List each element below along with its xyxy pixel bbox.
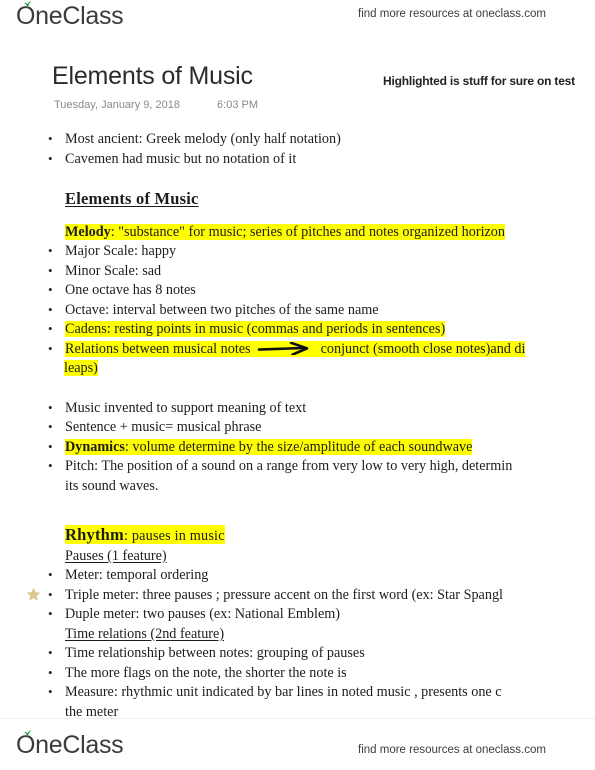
rhythm-text: : pauses in music	[123, 528, 225, 544]
oneclass-logo-text: OneClass	[16, 2, 124, 30]
rhythm-label: Rhythm	[65, 525, 124, 544]
list-item: One octave has 8 notes	[0, 280, 595, 301]
footer-divider	[0, 718, 595, 719]
star-icon	[26, 587, 41, 601]
document-time: 6:03 PM	[217, 99, 258, 111]
footer-tagline: find more resources at oneclass.com	[358, 744, 546, 756]
highlight-legend-note: Highlighted is stuff for sure on test	[383, 74, 575, 88]
list-item-dynamics: Dynamics: volume determine by the size/a…	[0, 437, 595, 458]
relations-text-after: conjunct (smooth close notes)and di	[320, 340, 526, 357]
list-item: Octave: interval between two pitches of …	[0, 300, 595, 321]
list-item: Minor Scale: sad	[0, 261, 595, 282]
oneclass-logo-text: OneClass	[16, 731, 124, 759]
list-item-measure: Measure: rhythmic unit indicated by bar …	[0, 682, 595, 703]
list-item: Sentence + music= musical phrase	[0, 417, 595, 438]
rhythm-definition: Rhythm: pauses in music	[0, 525, 595, 547]
document-timestamp: Tuesday, January 9, 2018 6:03 PM	[54, 99, 258, 111]
list-item: Meter: temporal ordering	[0, 565, 595, 586]
list-item: Music invented to support meaning of tex…	[0, 398, 595, 419]
melody-definition: Melody: "substance" for music; series of…	[0, 223, 595, 243]
leaf-icon	[23, 730, 32, 737]
right-arrow-icon	[257, 341, 308, 355]
section-heading: Elements of Music	[65, 189, 199, 208]
document-page: OneClass find more resources at oneclass…	[0, 0, 595, 770]
list-item: Time relationship between notes: groupin…	[0, 643, 595, 664]
leaf-icon	[23, 1, 32, 8]
list-item: The more flags on the note, the shorter …	[0, 663, 595, 684]
time-relations-subheading: Time relations (2nd feature)	[65, 625, 225, 642]
list-item: Duple meter: two pauses (ex: National Em…	[0, 604, 595, 625]
page-title: Elements of Music	[52, 62, 253, 90]
list-item: Most ancient: Greek melody (only half no…	[0, 129, 595, 150]
oneclass-logo-footer: OneClass	[16, 730, 124, 759]
list-item-cadens: Cadens: resting points in music (commas …	[0, 319, 595, 340]
dynamics-label: Dynamics	[65, 438, 125, 455]
relations-text-before: Relations between musical notes	[65, 340, 251, 357]
pauses-subheading: Pauses (1 feature)	[65, 547, 167, 564]
header-tagline: find more resources at oneclass.com	[358, 8, 546, 20]
melody-text: : "substance" for music; series of pitch…	[110, 223, 505, 240]
measure-wrap-line: the meter	[65, 703, 119, 720]
list-item-pitch: Pitch: The position of a sound on a rang…	[0, 456, 595, 477]
list-item-triple-meter: Triple meter: three pauses ; pressure ac…	[0, 585, 595, 606]
relations-wrap-line: leaps)	[64, 360, 98, 376]
list-item: Major Scale: happy	[0, 241, 595, 262]
oneclass-logo-header: OneClass	[16, 1, 124, 30]
notes-body: Most ancient: Greek melody (only half no…	[0, 129, 595, 722]
pitch-wrap-line: its sound waves.	[65, 477, 159, 494]
list-item: Cavemen had music but no notation of it	[0, 149, 595, 170]
dynamics-text: : volume determine by the size/amplitude…	[124, 438, 473, 455]
list-item-relations: Relations between musical notes conjunct …	[0, 339, 595, 360]
melody-label: Melody	[65, 223, 111, 240]
document-date: Tuesday, January 9, 2018	[54, 99, 180, 111]
